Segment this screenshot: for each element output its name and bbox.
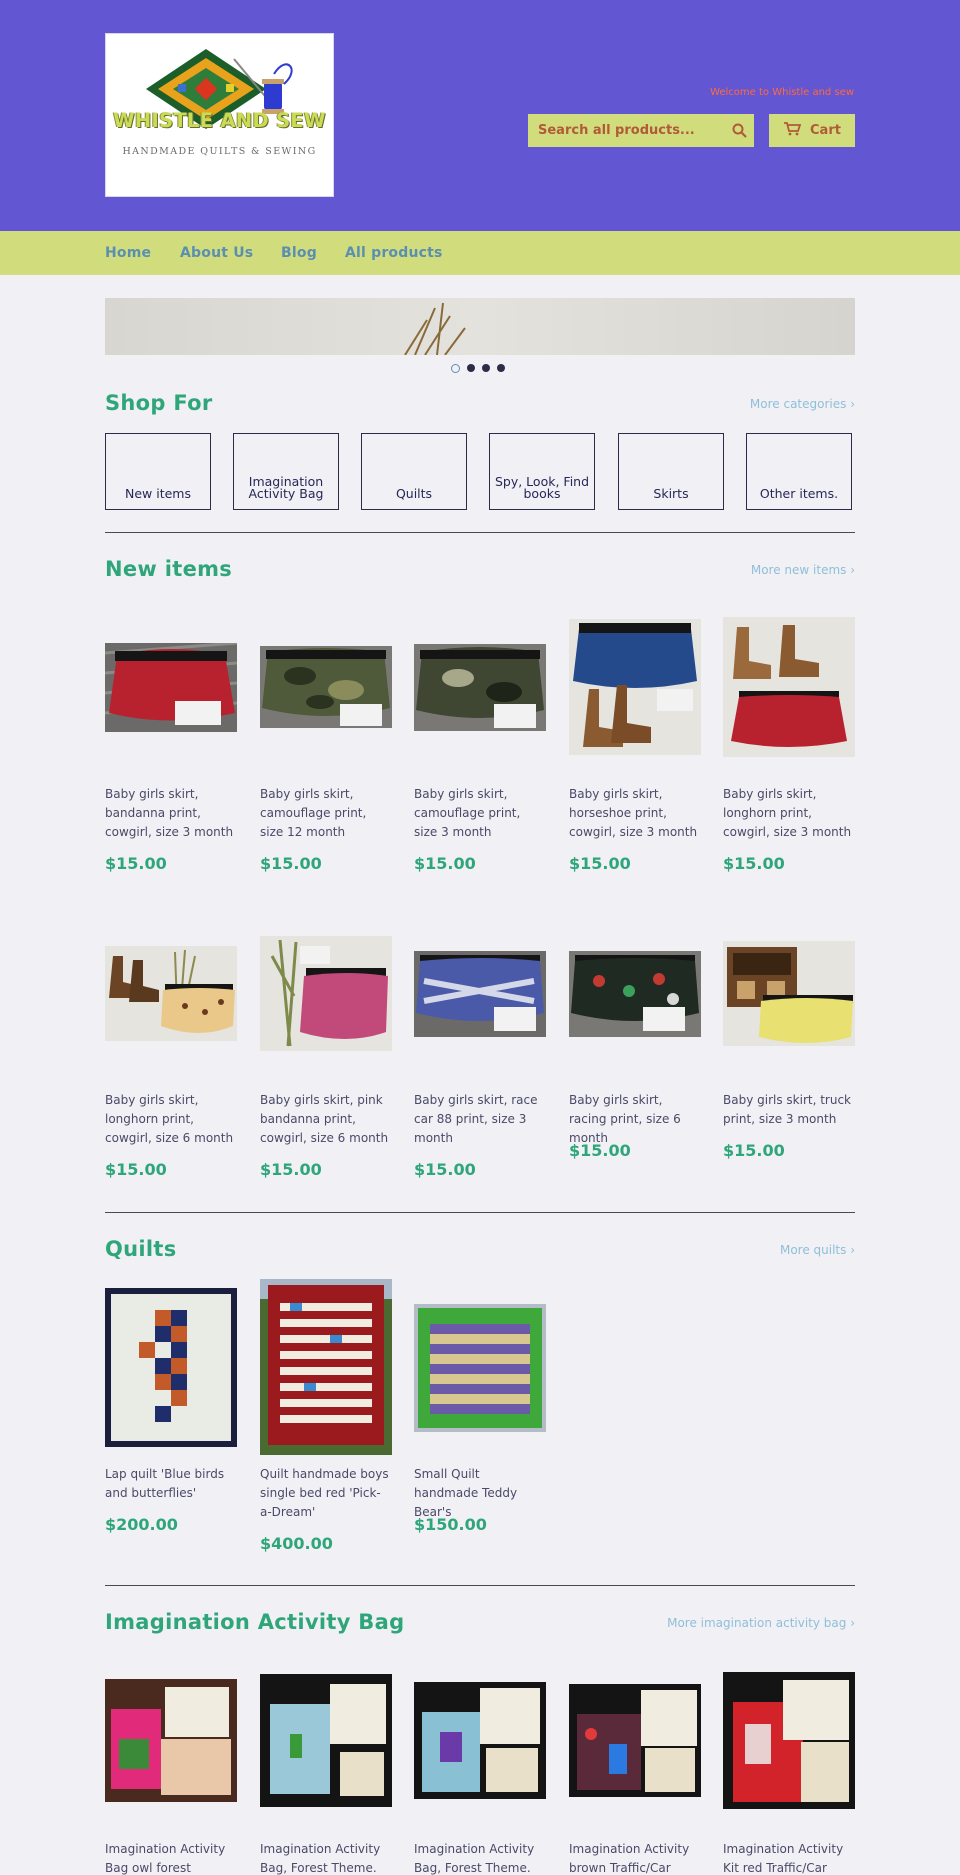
product-image[interactable] [260,646,392,728]
new-items-title: New items [105,557,233,581]
category-imagination-activity-bag[interactable]: Imagination Activity Bag [233,433,339,510]
product-title[interactable]: Baby girls skirt, race car 88 print, siz… [414,1091,546,1148]
nav-all-products[interactable]: All products [345,245,443,261]
category-other-items[interactable]: Other items. [746,433,852,510]
hero-slideshow[interactable] [105,298,855,355]
product-title[interactable]: Baby girls skirt, pink bandanna print, c… [260,1091,392,1148]
product-image[interactable] [723,617,855,757]
logo-subtitle: HANDMADE QUILTS & SEWING [122,146,317,157]
cart-label: Cart [810,123,841,138]
product-image[interactable] [105,946,237,1041]
product-image[interactable] [260,936,392,1051]
product-title[interactable]: Imagination Activity Bag, Forest Theme. [260,1840,392,1875]
slide-dot-3[interactable] [482,364,490,372]
product-title[interactable]: Baby girls skirt, truck print, size 3 mo… [723,1091,855,1129]
nav-blog[interactable]: Blog [281,245,317,261]
divider [105,1212,855,1213]
product-title[interactable]: Baby girls skirt, camouflage print, size… [260,785,392,842]
product-title[interactable]: Imagination Activity brown Traffic/Car [569,1840,701,1875]
slide-dot-4[interactable] [497,364,505,372]
cart-button[interactable]: Cart [769,114,855,147]
quilts-title: Quilts [105,1237,177,1261]
product-title[interactable]: Baby girls skirt, longhorn print, cowgir… [723,785,855,842]
product-title[interactable]: Lap quilt 'Blue birds and butterflies' [105,1465,237,1503]
product-title[interactable]: Imagination Activity Bag, Forest Theme. [414,1840,546,1875]
product-price: $15.00 [414,854,476,873]
product-image[interactable] [105,1288,237,1447]
product-title[interactable]: Imagination Activity Bag owl forest them… [105,1840,237,1875]
product-price: $15.00 [569,854,631,873]
product-price: $15.00 [723,854,785,873]
category-skirts[interactable]: Skirts [618,433,724,510]
site-header: WHISTLE AND SEW HANDMADE QUILTS & SEWING… [0,0,960,231]
product-price: $150.00 [414,1515,487,1534]
product-price: $400.00 [260,1534,333,1553]
search-input[interactable]: Search all products... [538,123,724,138]
activity-bag-title: Imagination Activity Bag [105,1610,405,1634]
product-image[interactable] [569,619,701,755]
product-image[interactable] [414,644,546,731]
more-quilts-link[interactable]: More quilts › [780,1243,855,1257]
product-title[interactable]: Small Quilt handmade Teddy Bear's [414,1465,546,1522]
product-image[interactable] [723,941,855,1046]
slideshow-dots [451,364,505,373]
product-title[interactable]: Baby girls skirt, horseshoe print, cowgi… [569,785,701,842]
product-image[interactable] [260,1674,392,1807]
product-title[interactable]: Imagination Activity Kit red Traffic/Car [723,1840,855,1875]
cart-icon [783,121,802,140]
product-image[interactable] [569,1684,701,1797]
product-price: $15.00 [105,1160,167,1179]
site-logo[interactable]: WHISTLE AND SEW HANDMADE QUILTS & SEWING [105,33,334,197]
search-bar[interactable]: Search all products... [528,114,754,147]
category-spy-look-find-books[interactable]: Spy, Look, Find books [489,433,595,510]
more-new-items-link[interactable]: More new items › [751,563,855,577]
nav-home[interactable]: Home [105,245,151,261]
product-image[interactable] [569,951,701,1037]
shop-for-title: Shop For [105,391,213,415]
product-title[interactable]: Baby girls skirt, racing print, size 6 m… [569,1091,701,1148]
category-quilts[interactable]: Quilts [361,433,467,510]
product-image[interactable] [105,1679,237,1802]
product-image[interactable] [105,643,237,732]
product-title[interactable]: Baby girls skirt, longhorn print, cowgir… [105,1091,237,1148]
product-image[interactable] [723,1672,855,1809]
welcome-message: Welcome to Whistle and sew [710,87,854,98]
divider [105,1585,855,1586]
product-price: $15.00 [260,1160,322,1179]
product-title[interactable]: Baby girls skirt, camouflage print, size… [414,785,546,842]
product-image[interactable] [414,951,546,1037]
slide-dot-2[interactable] [467,364,475,372]
product-image[interactable] [414,1682,546,1799]
logo-title: WHISTLE AND SEW [113,109,326,132]
product-price: $15.00 [105,854,167,873]
product-price: $200.00 [105,1515,178,1534]
product-price: $15.00 [569,1141,631,1160]
product-title[interactable]: Baby girls skirt, bandanna print, cowgir… [105,785,237,842]
product-price: $15.00 [260,854,322,873]
product-price: $15.00 [414,1160,476,1179]
more-categories-link[interactable]: More categories › [750,397,855,411]
product-title[interactable]: Quilt handmade boys single bed red 'Pick… [260,1465,392,1522]
slide-image [105,298,855,355]
divider [105,532,855,533]
product-price: $15.00 [723,1141,785,1160]
product-image[interactable] [414,1304,546,1432]
main-nav: Home About Us Blog All products [0,231,960,275]
more-activity-bag-link[interactable]: More imagination activity bag › [667,1616,855,1630]
search-icon[interactable] [724,114,754,147]
category-new-items[interactable]: New items [105,433,211,510]
nav-about-us[interactable]: About Us [180,245,253,261]
product-image[interactable] [260,1279,392,1455]
slide-dot-1[interactable] [451,364,460,373]
